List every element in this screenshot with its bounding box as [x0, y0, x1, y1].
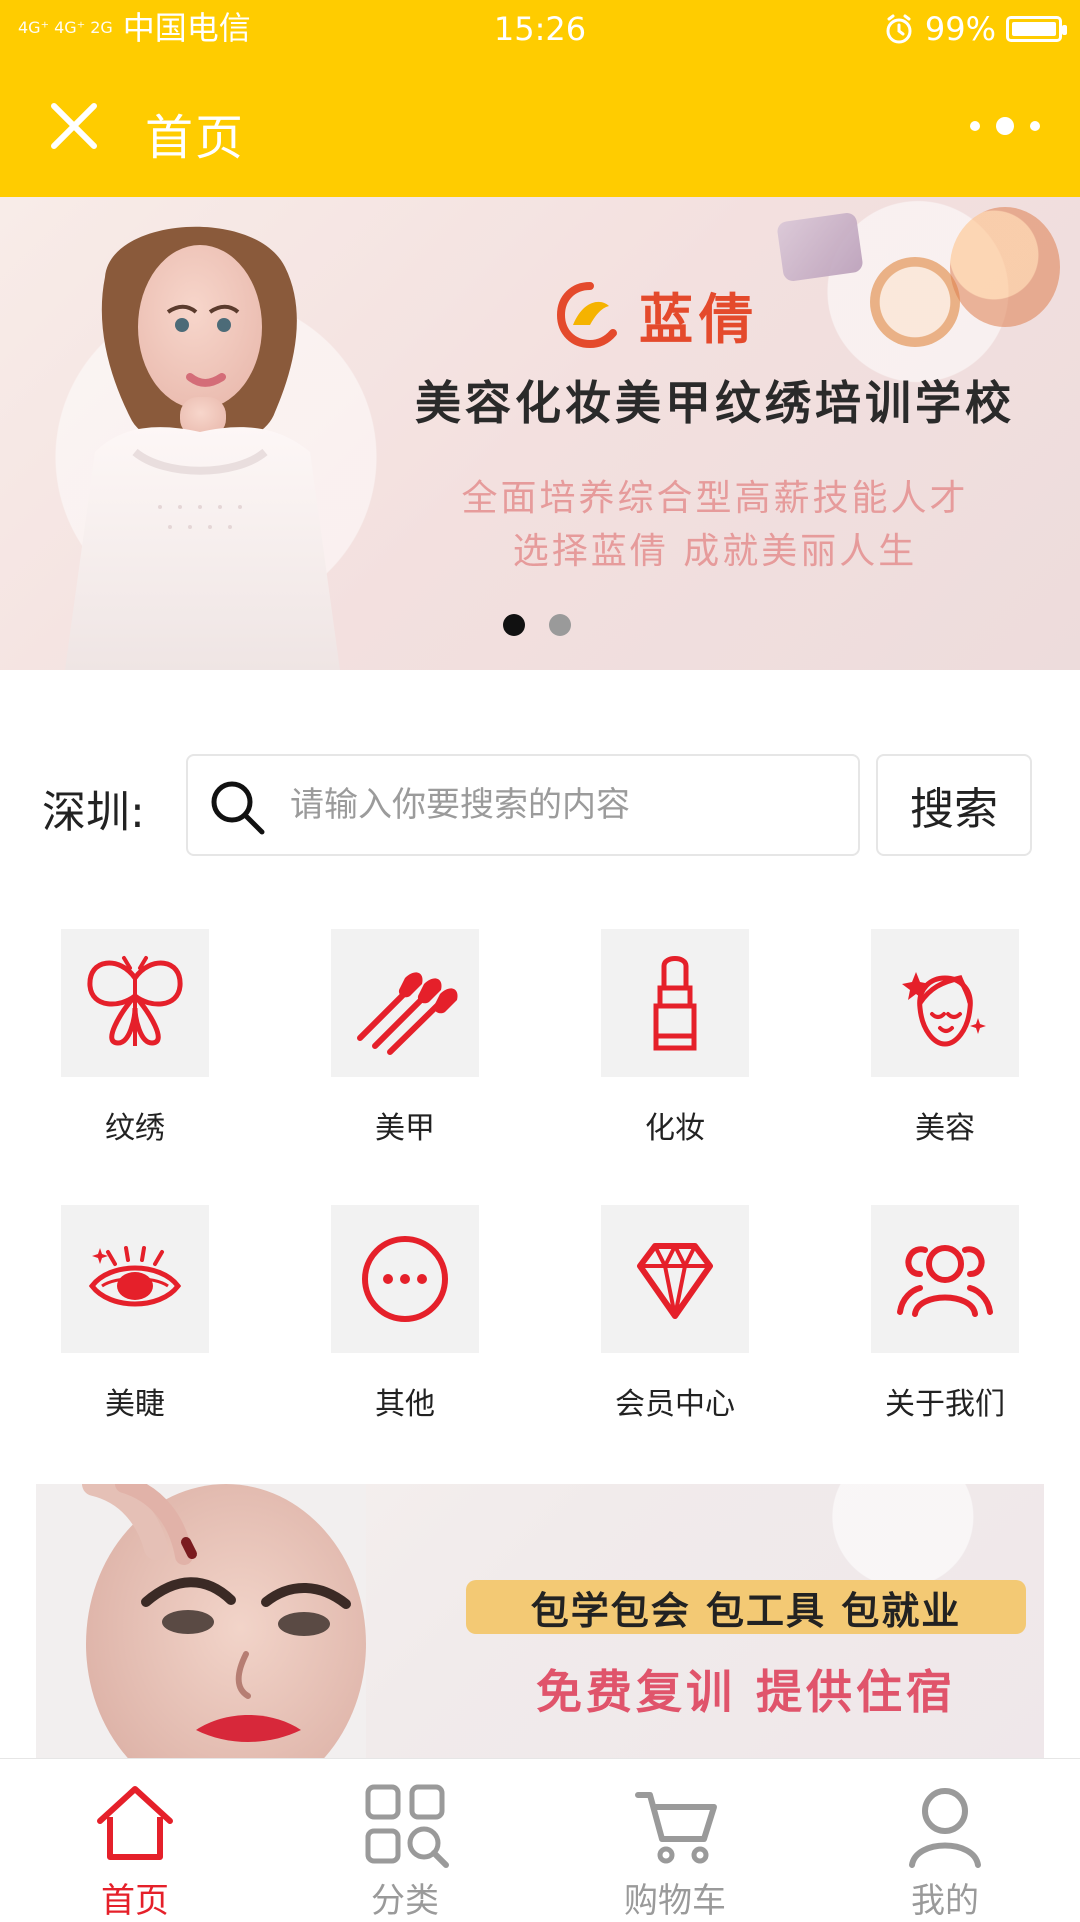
tab-home[interactable]: 首页 — [0, 1759, 270, 1921]
category-meirong[interactable]: 美容 — [845, 929, 1045, 1159]
cart-icon — [635, 1792, 717, 1864]
diamond-icon — [637, 1243, 713, 1319]
bottom-tab-bar: 首页 分类 购物车 我的 — [0, 1758, 1080, 1921]
more-button[interactable] — [970, 106, 1040, 146]
search-row: 深圳: 搜索 — [0, 754, 1080, 858]
battery-level — [1012, 22, 1056, 36]
more-circle-icon — [362, 1236, 448, 1322]
promo-banner[interactable]: 包学包会 包工具 包就业 免费复训 提供住宿 — [36, 1484, 1044, 1758]
close-icon — [51, 103, 97, 149]
decor-puff — [870, 257, 960, 347]
tab-category[interactable]: 分类 — [270, 1759, 540, 1921]
brand-mark-icon — [556, 281, 617, 348]
decor-palette — [776, 211, 864, 283]
category-label: 会员中心 — [615, 1387, 735, 1422]
category-membership[interactable]: 会员中心 — [575, 1205, 775, 1435]
category-icon-box — [331, 929, 479, 1077]
decor-fruit — [950, 207, 1060, 327]
tab-cart[interactable]: 购物车 — [540, 1759, 810, 1921]
eyelash-icon — [88, 1246, 182, 1307]
tab-label: 首页 — [101, 1881, 169, 1921]
status-right: 99% — [883, 10, 1067, 48]
user-icon — [909, 1788, 981, 1868]
city-selector[interactable]: 深圳: — [42, 776, 145, 840]
hero-banner[interactable]: 蓝倩 美容化妆美甲纹绣培训学校 全面培养综合型高薪技能人才 选择蓝倩 成就美丽人… — [0, 197, 1080, 670]
banner-subtitle-1: 全面培养综合型高薪技能人才 — [461, 478, 969, 519]
status-bar: 4G⁺ 4G⁺ 2G 中国电信 15:26 99% — [0, 0, 1080, 60]
home-icon — [97, 1786, 173, 1860]
battery-icon — [1006, 16, 1067, 42]
carousel-pager[interactable] — [503, 614, 571, 636]
promo-tagline: 包学包会 包工具 包就业 — [466, 1580, 1026, 1634]
butterfly-icon — [87, 956, 183, 1046]
category-grid: 纹绣 美甲 化妆 美容 美睫 其他 会员中心 关于我们 — [0, 929, 1080, 1429]
battery-percent: 99% — [924, 10, 996, 48]
tab-label: 分类 — [371, 1881, 439, 1921]
category-label: 美甲 — [375, 1111, 435, 1146]
category-label: 纹绣 — [105, 1111, 165, 1146]
category-icon-box — [601, 1205, 749, 1353]
tab-label: 购物车 — [624, 1881, 726, 1921]
category-label: 美容 — [915, 1111, 975, 1146]
category-wenxiu[interactable]: 纹绣 — [35, 929, 235, 1159]
category-other[interactable]: 其他 — [305, 1205, 505, 1435]
category-search-icon — [365, 1784, 449, 1868]
tab-profile[interactable]: 我的 — [810, 1759, 1080, 1921]
category-label: 化妆 — [645, 1111, 705, 1146]
banner-subtitle-2: 选择蓝倩 成就美丽人生 — [512, 531, 918, 572]
category-meijia[interactable]: 美甲 — [305, 929, 505, 1159]
brand-logo: 蓝倩 — [555, 275, 759, 354]
app-bar: 首页 — [0, 60, 1080, 197]
category-label: 其他 — [375, 1387, 435, 1422]
more-dots-icon — [1030, 121, 1040, 131]
search-input[interactable] — [288, 756, 848, 854]
more-dots-icon — [996, 117, 1014, 135]
more-dots-icon — [970, 121, 980, 131]
tab-label: 我的 — [911, 1881, 979, 1921]
category-icon-box — [871, 1205, 1019, 1353]
page-title: 首页 — [145, 110, 246, 166]
lipstick-icon — [653, 956, 697, 1051]
category-label: 美睫 — [105, 1387, 165, 1422]
search-button[interactable]: 搜索 — [876, 754, 1032, 856]
banner-title: 美容化妆美甲纹绣培训学校 — [415, 376, 1015, 430]
search-box[interactable] — [186, 754, 860, 856]
brand-name: 蓝倩 — [639, 287, 759, 351]
carousel-dot[interactable] — [503, 614, 525, 636]
search-icon — [211, 781, 265, 835]
category-icon-box — [331, 1205, 479, 1353]
users-icon — [897, 1245, 993, 1317]
category-meijie[interactable]: 美睫 — [35, 1205, 235, 1435]
category-label: 关于我们 — [885, 1387, 1005, 1422]
category-icon-box — [871, 929, 1019, 1077]
category-huazhuang[interactable]: 化妆 — [575, 929, 775, 1159]
alarm-icon — [886, 14, 912, 44]
category-about[interactable]: 关于我们 — [845, 1205, 1045, 1435]
category-icon-box — [61, 1205, 209, 1353]
promo-model-illustration — [36, 1484, 366, 1758]
nails-icon — [357, 972, 458, 1055]
face-icon — [902, 972, 986, 1047]
promo-highlight: 免费复训 提供住宿 — [535, 1665, 956, 1719]
category-icon-box — [61, 929, 209, 1077]
close-button[interactable] — [44, 96, 104, 156]
category-icon-box — [601, 929, 749, 1077]
model-illustration — [65, 226, 340, 670]
carousel-dot[interactable] — [549, 614, 571, 636]
